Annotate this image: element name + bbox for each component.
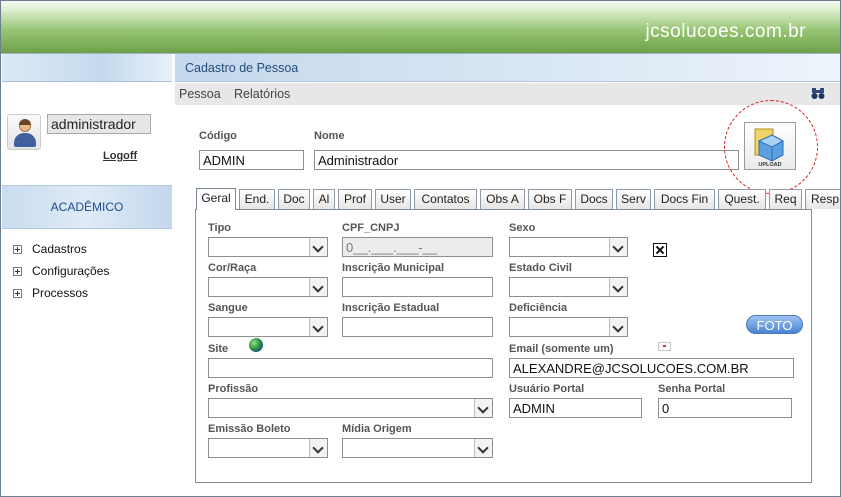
sangue-select[interactable] [208, 317, 328, 337]
sidebar-divider [172, 54, 175, 496]
site-input[interactable] [208, 358, 493, 378]
email-label: Email (somente um) [509, 343, 614, 355]
tab-bar: Geral End. Doc Al Prof User Contatos Obs… [195, 188, 840, 210]
codigo-input[interactable]: ADMIN [199, 150, 304, 170]
expand-plus-icon[interactable] [13, 288, 22, 298]
tab-serv[interactable]: Serv [616, 189, 651, 209]
profissao-select[interactable] [208, 398, 493, 418]
usuario-portal-input[interactable]: ADMIN [509, 398, 642, 418]
tab-contatos[interactable]: Contatos [414, 189, 477, 209]
site-label: Site [208, 343, 229, 355]
emissao-boleto-label: Emissão Boleto [208, 423, 291, 435]
brand-text: jcsolucoes.com.br [645, 21, 806, 42]
chevron-down-icon [309, 238, 327, 256]
user-avatar-icon [7, 114, 41, 150]
tab-obs-a[interactable]: Obs A [480, 189, 525, 209]
close-x-icon[interactable] [653, 243, 667, 257]
profissao-label: Profissão [208, 383, 259, 395]
tab-end[interactable]: End. [239, 189, 275, 209]
sidebar-item-processos[interactable]: Processos [13, 285, 88, 301]
tab-al[interactable]: Al [313, 189, 335, 209]
page-title-bar: Cadastro de Pessoa [175, 54, 840, 82]
chevron-down-icon [309, 278, 327, 296]
mail-icon[interactable] [658, 342, 671, 351]
tipo-select[interactable] [208, 237, 328, 257]
highlight-circle [724, 100, 818, 194]
deficiencia-select[interactable] [509, 317, 628, 337]
senha-portal-label: Senha Portal [658, 383, 726, 395]
sexo-select[interactable] [509, 237, 628, 257]
tab-resp[interactable]: Resp [805, 189, 840, 209]
tab-prof[interactable]: Prof [338, 189, 372, 209]
sexo-label: Sexo [509, 222, 536, 234]
tab-obs-f[interactable]: Obs F [528, 189, 572, 209]
cpf-input[interactable]: 0__.___.___-__ [342, 237, 493, 257]
app-window: jcsolucoes.com.br administrador Logoff A… [0, 0, 841, 497]
sidebar-item-label: Cadastros [32, 242, 87, 256]
email-input[interactable]: ALEXANDRE@JCSOLUCOES.COM.BR [509, 358, 794, 378]
chevron-down-icon [309, 318, 327, 336]
senha-portal-input[interactable]: 0 [658, 398, 792, 418]
midia-origem-select[interactable] [342, 438, 493, 458]
page-title: Cadastro de Pessoa [185, 61, 299, 75]
cor-raca-label: Cor/Raça [208, 262, 257, 274]
tab-geral[interactable]: Geral [196, 188, 236, 210]
codigo-label: Código [199, 130, 237, 142]
menu-item-pessoa[interactable]: Pessoa [179, 87, 221, 101]
chevron-down-icon [609, 318, 627, 336]
sidebar-section-academico[interactable]: ACADÊMICO [2, 185, 172, 229]
inscricao-estadual-label: Inscrição Estadual [342, 302, 440, 314]
expand-plus-icon[interactable] [13, 244, 22, 254]
inscricao-municipal-label: Inscrição Municipal [342, 262, 445, 274]
chevron-down-icon [609, 238, 627, 256]
tab-user[interactable]: User [375, 189, 411, 209]
sidebar-item-label: Configurações [32, 264, 110, 278]
menu-bar: Pessoa Relatórios [175, 83, 840, 105]
expand-plus-icon[interactable] [13, 266, 22, 276]
usuario-portal-label: Usuário Portal [509, 383, 585, 395]
tab-quest[interactable]: Quest. [718, 189, 766, 209]
sidebar-top-bar [2, 54, 172, 82]
tab-docs[interactable]: Docs [575, 189, 613, 209]
sidebar-item-cadastros[interactable]: Cadastros [13, 241, 87, 257]
midia-origem-label: Mídia Origem [342, 423, 412, 435]
username-field: administrador [47, 114, 151, 134]
logoff-link[interactable]: Logoff [103, 150, 137, 162]
sidebar-item-label: Processos [32, 286, 89, 300]
chevron-down-icon [309, 439, 327, 457]
globe-icon[interactable] [249, 338, 263, 352]
sidebar-item-configuracoes[interactable]: Configurações [13, 263, 109, 279]
inscricao-municipal-input[interactable] [342, 277, 493, 297]
deficiencia-label: Deficiência [509, 302, 568, 314]
tab-req[interactable]: Req [769, 189, 802, 209]
inscricao-estadual-input[interactable] [342, 317, 493, 337]
estado-civil-select[interactable] [509, 277, 628, 297]
nome-input[interactable]: Administrador [314, 150, 739, 170]
estado-civil-label: Estado Civil [509, 262, 572, 274]
menu-item-relatorios[interactable]: Relatórios [234, 87, 290, 101]
foto-button[interactable]: FOTO [746, 315, 803, 334]
chevron-down-icon [474, 399, 492, 417]
chevron-down-icon [474, 439, 492, 457]
cpf-label: CPF_CNPJ [342, 222, 400, 234]
emissao-boleto-select[interactable] [208, 438, 328, 458]
chevron-down-icon [609, 278, 627, 296]
tab-docs-fin[interactable]: Docs Fin [654, 189, 715, 209]
tipo-label: Tipo [208, 222, 232, 234]
header-banner: jcsolucoes.com.br [1, 1, 840, 53]
cor-raca-select[interactable] [208, 277, 328, 297]
binoculars-icon[interactable] [811, 87, 825, 100]
tab-doc[interactable]: Doc [278, 189, 310, 209]
sangue-label: Sangue [208, 302, 248, 314]
nome-label: Nome [314, 130, 345, 142]
